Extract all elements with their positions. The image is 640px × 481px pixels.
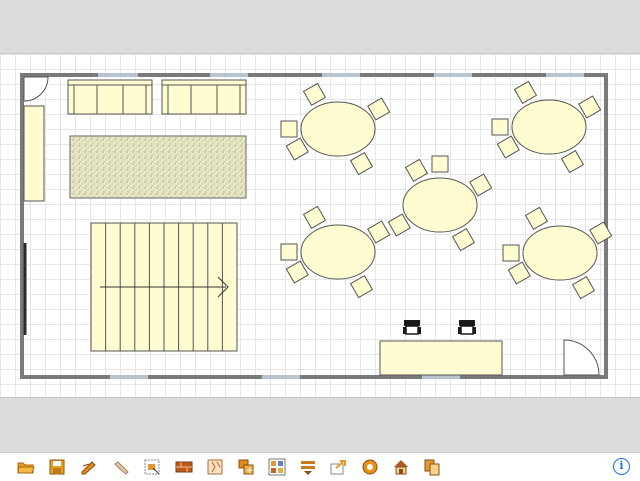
edit-pencil-icon[interactable] <box>80 458 98 476</box>
door-bottom-right[interactable] <box>563 339 600 376</box>
create-rooms-icon[interactable] <box>206 458 224 476</box>
floor-plan[interactable] <box>0 54 640 397</box>
sofa-left[interactable] <box>67 79 153 115</box>
table-chair[interactable] <box>491 118 509 136</box>
side-cabinet[interactable] <box>23 105 45 202</box>
table-chair[interactable] <box>451 227 476 252</box>
round-table[interactable] <box>387 155 493 252</box>
table-chair[interactable] <box>404 158 429 183</box>
save-icon[interactable] <box>48 458 66 476</box>
table-top[interactable] <box>511 99 587 155</box>
table-chair[interactable] <box>571 275 596 300</box>
round-table[interactable] <box>491 80 602 174</box>
floor-plan-sheet[interactable] <box>0 53 640 398</box>
preferences-gear-icon[interactable] <box>361 458 379 476</box>
copy-icon[interactable] <box>423 458 441 476</box>
textured-rug[interactable] <box>69 135 247 199</box>
table-top[interactable] <box>300 101 376 157</box>
table-chair[interactable] <box>349 274 374 299</box>
export-icon[interactable] <box>330 458 348 476</box>
3d-view-house-icon[interactable] <box>392 458 410 476</box>
furniture-catalog-icon[interactable] <box>268 458 286 476</box>
table-top[interactable] <box>300 224 376 280</box>
create-walls-icon[interactable] <box>175 458 193 476</box>
table-top[interactable] <box>522 225 598 281</box>
table-chair[interactable] <box>560 149 585 174</box>
toolbar: + i <box>0 452 640 481</box>
table-chair[interactable] <box>302 205 327 230</box>
reception-desk[interactable] <box>379 340 503 376</box>
entrance-door-top-left[interactable] <box>23 76 49 102</box>
table-chair[interactable] <box>513 80 538 105</box>
open-folder-icon[interactable] <box>17 458 35 476</box>
pan-hand-icon[interactable] <box>112 458 130 476</box>
table-top[interactable] <box>402 177 478 233</box>
add-furniture-icon[interactable]: + <box>237 458 255 476</box>
table-chair[interactable] <box>280 243 298 261</box>
table-chair[interactable] <box>280 120 298 138</box>
table-chair[interactable] <box>302 82 327 107</box>
table-chair[interactable] <box>431 155 449 173</box>
staircase[interactable] <box>90 222 238 352</box>
table-chair[interactable] <box>502 244 520 262</box>
svg-text:+: + <box>246 466 254 476</box>
table-chair[interactable] <box>349 151 374 176</box>
office-chair[interactable] <box>403 320 421 335</box>
round-table[interactable] <box>280 205 391 299</box>
office-chair[interactable] <box>458 320 476 335</box>
info-icon[interactable]: i <box>613 458 630 475</box>
create-level-icon[interactable] <box>299 458 317 476</box>
select-room-icon[interactable] <box>143 458 161 476</box>
sofa-right[interactable] <box>161 79 247 115</box>
dining-tables[interactable] <box>280 80 613 300</box>
canvas-area[interactable] <box>0 0 640 452</box>
table-chair[interactable] <box>524 206 549 231</box>
round-table[interactable] <box>280 82 391 176</box>
round-table[interactable] <box>502 206 613 300</box>
